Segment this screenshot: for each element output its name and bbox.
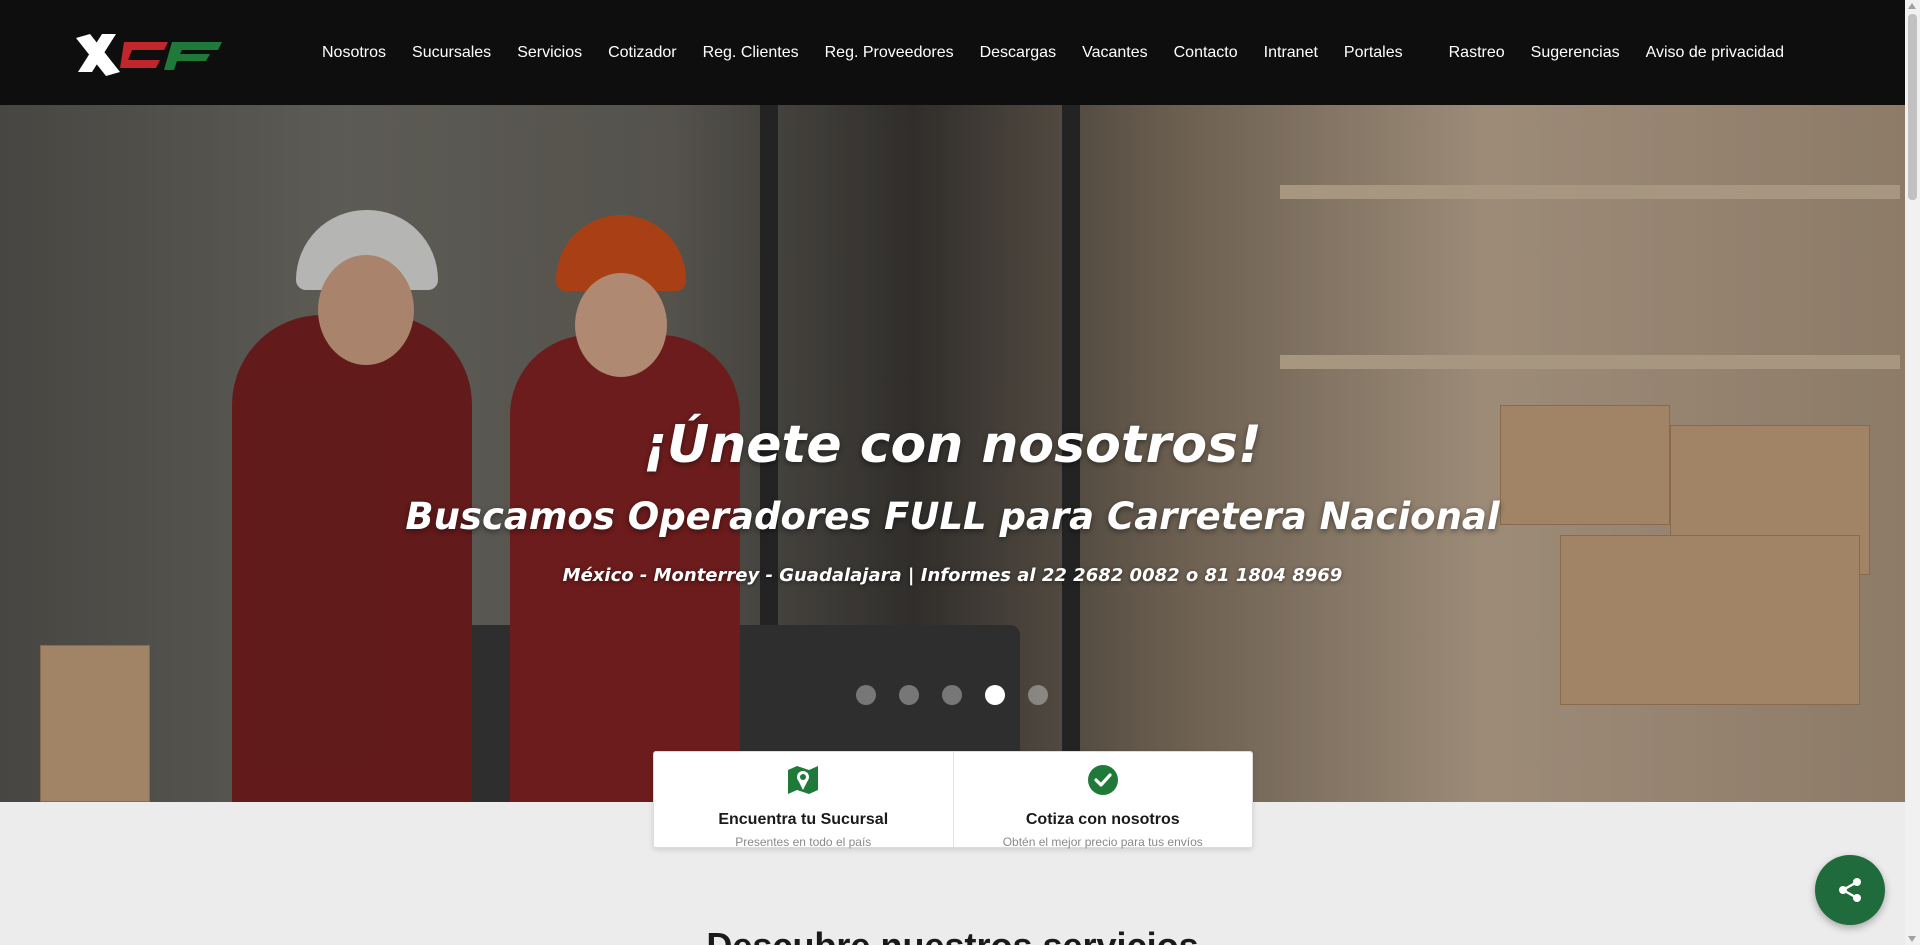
nav-reg-proveedores[interactable]: Reg. Proveedores <box>825 44 954 62</box>
nav-intranet[interactable]: Intranet <box>1264 44 1318 62</box>
section-title: Descubre nuestros servicios <box>0 925 1905 945</box>
site-header: Nosotros Sucursales Servicios Cotizador … <box>0 0 1905 105</box>
nav-rastreo[interactable]: Rastreo <box>1449 44 1505 62</box>
card-cotiza[interactable]: Cotiza con nosotros Obtén el mejor preci… <box>952 752 1253 849</box>
xcf-logo[interactable] <box>72 28 228 78</box>
slider-dot-4[interactable] <box>985 685 1005 705</box>
nav-sucursales[interactable]: Sucursales <box>412 44 491 62</box>
nav-nosotros[interactable]: Nosotros <box>322 44 386 62</box>
slider-dots <box>856 685 1071 705</box>
card-sucursal[interactable]: Encuentra tu Sucursal Presentes en todo … <box>654 752 953 849</box>
map-pin-icon <box>788 766 819 794</box>
nav-descargas[interactable]: Descargas <box>980 44 1056 62</box>
slider-dot-5[interactable] <box>1028 685 1048 705</box>
slider-dot-1[interactable] <box>856 685 876 705</box>
nav-vacantes[interactable]: Vacantes <box>1082 44 1148 62</box>
nav-portales[interactable]: Portales <box>1344 44 1403 62</box>
share-button[interactable] <box>1815 855 1885 925</box>
page-scrollbar[interactable] <box>1905 0 1920 945</box>
card-desc: Obtén el mejor precio para tus envíos <box>1002 835 1203 849</box>
nav-servicios[interactable]: Servicios <box>517 44 582 62</box>
scroll-down-arrow-icon[interactable] <box>1908 936 1916 942</box>
slider-dot-2[interactable] <box>899 685 919 705</box>
hero-subtitle: Buscamos Operadores FULL para Carretera … <box>405 495 1500 538</box>
scroll-thumb[interactable] <box>1908 14 1917 200</box>
main-nav: Nosotros Sucursales Servicios Cotizador … <box>322 0 1810 105</box>
nav-reg-clientes[interactable]: Reg. Clientes <box>703 44 799 62</box>
nav-sugerencias[interactable]: Sugerencias <box>1531 44 1620 62</box>
share-icon <box>1839 878 1861 902</box>
check-circle-icon <box>1087 765 1118 795</box>
hero-info: México - Monterrey - Guadalajara | Infor… <box>562 565 1343 586</box>
slider-dot-3[interactable] <box>942 685 962 705</box>
card-title: Encuentra tu Sucursal <box>718 811 889 828</box>
card-desc: Presentes en todo el país <box>735 835 872 849</box>
nav-cotizador[interactable]: Cotizador <box>608 44 676 62</box>
feature-cards: Encuentra tu Sucursal Presentes en todo … <box>653 751 1253 849</box>
hero-title: ¡Únete con nosotros! <box>643 415 1262 475</box>
nav-aviso-privacidad[interactable]: Aviso de privacidad <box>1646 44 1784 62</box>
hero-slider[interactable]: ¡Únete con nosotros! Buscamos Operadores… <box>0 105 1905 802</box>
card-title: Cotiza con nosotros <box>1025 811 1180 828</box>
scroll-up-arrow-icon[interactable] <box>1908 3 1916 9</box>
nav-contacto[interactable]: Contacto <box>1174 44 1238 62</box>
